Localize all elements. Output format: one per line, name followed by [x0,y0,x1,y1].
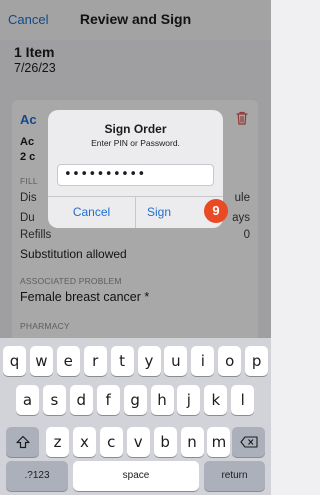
key-q[interactable]: q [3,346,26,376]
key-g[interactable]: g [123,385,147,415]
key-h[interactable]: h [150,385,174,415]
key-d[interactable]: d [69,385,93,415]
key-o[interactable]: o [218,346,242,376]
key-f[interactable]: f [96,385,120,415]
numbers-key[interactable]: .?123 [6,461,68,491]
key-y[interactable]: y [137,346,161,376]
key-m[interactable]: m [207,427,231,457]
shift-icon [15,435,30,449]
key-u[interactable]: u [164,346,188,376]
onscreen-keyboard: qwertyuiop asdfghjkl zxcvbnm .?123 space… [0,338,271,495]
space-key[interactable]: space [73,461,199,491]
step-number-badge: 9 [204,199,228,223]
key-j[interactable]: j [177,385,201,415]
key-p[interactable]: p [245,346,269,376]
pin-password-input[interactable]: •••••••••• [57,164,214,186]
key-r[interactable]: r [83,346,107,376]
dialog-message: Enter PIN or Password. [91,138,180,148]
shift-key[interactable] [6,427,39,457]
key-a[interactable]: a [16,385,39,415]
key-b[interactable]: b [153,427,177,457]
screen: Cancel Review and Sign 1 Item 7/26/23 Ac… [0,0,271,495]
key-c[interactable]: c [99,427,123,457]
dialog-cancel-button[interactable]: Cancel [48,196,135,228]
key-l[interactable]: l [231,385,255,415]
key-x[interactable]: x [72,427,96,457]
dialog-title: Sign Order [104,122,167,136]
key-s[interactable]: s [42,385,66,415]
key-z[interactable]: z [46,427,69,457]
key-v[interactable]: v [126,427,150,457]
key-n[interactable]: n [180,427,204,457]
key-k[interactable]: k [204,385,228,415]
return-key[interactable]: return [204,461,265,491]
backspace-icon [239,436,258,448]
backspace-key[interactable] [232,427,265,457]
key-t[interactable]: t [110,346,134,376]
sign-order-dialog: Sign Order Enter PIN or Password. ••••••… [48,110,223,228]
key-w[interactable]: w [29,346,53,376]
key-i[interactable]: i [191,346,215,376]
key-e[interactable]: e [56,346,80,376]
